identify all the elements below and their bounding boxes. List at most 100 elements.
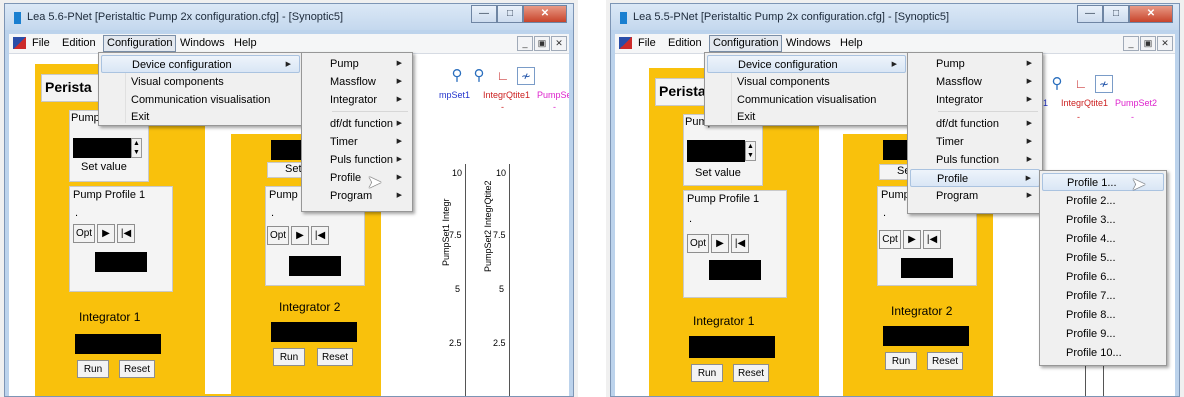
tick-7-5-b: 7.5 (493, 230, 506, 240)
menu-visual-components[interactable]: Visual components (101, 73, 300, 91)
menu-timer[interactable]: Timer ▶ (910, 133, 1040, 151)
setpoint-input[interactable] (73, 138, 131, 158)
menu-communication-visualisation[interactable]: Communication visualisation (707, 91, 906, 109)
run-button-2[interactable]: Run (273, 348, 305, 366)
cpt-button-2[interactable]: Cpt (879, 230, 901, 249)
menu-edition[interactable]: Edition (59, 36, 99, 51)
menu-profile[interactable]: Profile ▶ (910, 169, 1040, 187)
menu-program[interactable]: Program ▶ (304, 187, 410, 205)
play-icon[interactable]: ▶ (97, 224, 115, 243)
menu-file[interactable]: File (29, 36, 53, 51)
menu-device-configuration[interactable]: Device configuration ▶ (707, 55, 906, 73)
child-restore-icon[interactable]: ▣ (1140, 36, 1156, 51)
reset-button-1[interactable]: Reset (733, 364, 769, 382)
child-close-icon[interactable]: ✕ (551, 36, 567, 51)
rewind-icon-2[interactable]: |◀ (311, 226, 329, 245)
profile-display (709, 260, 761, 280)
run-button-2[interactable]: Run (885, 352, 917, 370)
reset-button-2[interactable]: Reset (317, 348, 353, 366)
reset-button-1[interactable]: Reset (119, 360, 155, 378)
reset-button-2[interactable]: Reset (927, 352, 963, 370)
menu-profile-7[interactable]: Profile 7... (1042, 287, 1164, 305)
child-close-icon[interactable]: ✕ (1157, 36, 1173, 51)
menu-windows[interactable]: Windows (177, 36, 228, 51)
menu-profile-6[interactable]: Profile 6... (1042, 268, 1164, 286)
menu-profile-3[interactable]: Profile 3... (1042, 211, 1164, 229)
maximize-icon[interactable]: □ (497, 5, 523, 23)
menu-profile-8[interactable]: Profile 8... (1042, 306, 1164, 324)
close-icon[interactable]: ✕ (1129, 5, 1173, 23)
opt-button-2[interactable]: Opt (267, 226, 289, 245)
document-icon[interactable] (13, 37, 26, 49)
rewind-icon[interactable]: |◀ (731, 234, 749, 253)
play-icon[interactable]: ▶ (711, 234, 729, 253)
menu-massflow[interactable]: Massflow ▶ (304, 73, 410, 91)
cursor-icon[interactable]: ≁ (517, 67, 535, 85)
play-icon-2[interactable]: ▶ (291, 226, 309, 245)
menu-profile[interactable]: Profile ▶ (304, 169, 410, 187)
play-icon-2[interactable]: ▶ (903, 230, 921, 249)
zoom-out-icon[interactable]: ⚲ (471, 68, 487, 84)
rewind-icon-2[interactable]: |◀ (923, 230, 941, 249)
menu-label: Puls function (330, 154, 393, 166)
setpoint-spinner[interactable]: ▲ ▼ (131, 138, 142, 158)
document-icon[interactable] (619, 37, 632, 49)
zoom-in-icon[interactable]: ⚲ (449, 68, 465, 84)
menu-integrator[interactable]: Integrator ▶ (304, 91, 410, 109)
menu-edition[interactable]: Edition (665, 36, 705, 51)
run-button-1[interactable]: Run (691, 364, 723, 382)
menu-file[interactable]: File (635, 36, 659, 51)
menu-exit[interactable]: Exit (707, 108, 906, 126)
app-window: Lea 5.5-PNet [Peristaltic Pump 2x config… (610, 3, 1180, 397)
menu-help[interactable]: Help (231, 36, 260, 51)
chart-icon[interactable]: ∟ (495, 68, 511, 84)
menu-timer[interactable]: Timer ▶ (304, 133, 410, 151)
opt-button[interactable]: Opt (73, 224, 95, 243)
menu-windows[interactable]: Windows (783, 36, 834, 51)
menu-label: Program (936, 190, 979, 202)
menu-configuration[interactable]: Configuration (709, 35, 783, 52)
panel-title: Perista (45, 79, 92, 95)
child-minimize-icon[interactable]: _ (517, 36, 533, 51)
chart-icon[interactable]: ∟ (1073, 76, 1089, 92)
menu-communication-visualisation[interactable]: Communication visualisation (101, 91, 300, 109)
setpoint-input[interactable] (687, 140, 745, 162)
menu-profile-4[interactable]: Profile 4... (1042, 230, 1164, 248)
menu-pump[interactable]: Pump ▶ (910, 55, 1040, 73)
cursor-icon[interactable]: ≁ (1095, 75, 1113, 93)
integrator-2-display (883, 326, 969, 346)
menu-dfdt-function[interactable]: df/dt function ▶ (910, 115, 1040, 133)
rewind-icon[interactable]: |◀ (117, 224, 135, 243)
menu-exit[interactable]: Exit (101, 108, 300, 126)
setpoint-spinner[interactable]: ▲ ▼ (745, 141, 756, 161)
maximize-icon[interactable]: □ (1103, 5, 1129, 23)
menu-device-configuration[interactable]: Device configuration ▶ (101, 55, 300, 73)
menu-profile-10[interactable]: Profile 10... (1042, 344, 1164, 362)
run-button-1[interactable]: Run (77, 360, 109, 378)
close-icon[interactable]: ✕ (523, 5, 567, 23)
menu-pump[interactable]: Pump ▶ (304, 55, 410, 73)
menu-profile-5[interactable]: Profile 5... (1042, 249, 1164, 267)
window-controls: — □ ✕ (1077, 5, 1173, 23)
zoom-out-icon[interactable]: ⚲ (1049, 76, 1065, 92)
menu-integrator[interactable]: Integrator ▶ (910, 91, 1040, 109)
app-icon (620, 12, 627, 24)
menu-dfdt-function[interactable]: df/dt function ▶ (304, 115, 410, 133)
child-restore-icon[interactable]: ▣ (534, 36, 550, 51)
menu-visual-components[interactable]: Visual components (707, 73, 906, 91)
menu-configuration[interactable]: Configuration (103, 35, 177, 52)
tick-10-a: 10 (452, 168, 463, 178)
child-minimize-icon[interactable]: _ (1123, 36, 1139, 51)
submenu-arrow-icon: ▶ (1026, 138, 1032, 145)
menu-profile-9[interactable]: Profile 9... (1042, 325, 1164, 343)
menu-program[interactable]: Program ▶ (910, 187, 1040, 205)
menu-help[interactable]: Help (837, 36, 866, 51)
menu-puls-function[interactable]: Puls function ▶ (304, 151, 410, 169)
y-axis-1 (465, 164, 466, 396)
menu-puls-function[interactable]: Puls function ▶ (910, 151, 1040, 169)
menu-massflow[interactable]: Massflow ▶ (910, 73, 1040, 91)
minimize-icon[interactable]: — (1077, 5, 1103, 23)
minimize-icon[interactable]: — (471, 5, 497, 23)
submenu-arrow-icon: ▶ (396, 192, 402, 199)
opt-button[interactable]: Opt (687, 234, 709, 253)
